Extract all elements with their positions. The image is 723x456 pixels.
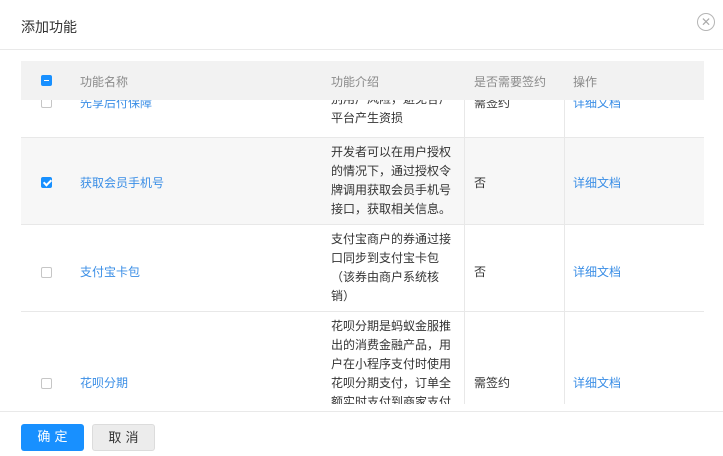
confirm-button[interactable]: 确 定 xyxy=(21,424,84,451)
add-feature-dialog: 添加功能 ✕ 功能名称 功能介绍 是否需要签约 操作 先享后付保障 别用户风险，… xyxy=(0,0,723,456)
feature-desc: 支付宝商户的券通过接 口同步到支付宝卡包 （该券由商户系统核 销） xyxy=(331,232,452,303)
doc-link[interactable]: 详细文档 xyxy=(573,174,621,191)
row-checkbox[interactable] xyxy=(41,378,52,389)
feature-desc: 花呗分期是蚂蚁金服推 出的消费金融产品，用 户在小程序支付时使用 花呗分期支付，… xyxy=(331,319,452,404)
table-header: 功能名称 功能介绍 是否需要签约 操作 xyxy=(21,61,704,100)
dialog-footer: 确 定 取 消 xyxy=(0,411,723,456)
row-checkbox[interactable] xyxy=(41,177,52,188)
dialog-header: 添加功能 ✕ xyxy=(0,0,723,50)
header-sign: 是否需要签约 xyxy=(474,75,547,89)
doc-link[interactable]: 详细文档 xyxy=(573,374,621,391)
header-desc: 功能介绍 xyxy=(331,75,380,89)
doc-link[interactable]: 详细文档 xyxy=(573,263,621,280)
feature-table: 功能名称 功能介绍 是否需要签约 操作 先享后付保障 别用户风险，避免各户 平台… xyxy=(21,61,704,404)
table-row: 获取会员手机号 开发者可以在用户授权 的情况下，通过授权令 牌调用获取会员手机号… xyxy=(21,138,704,225)
table-row: 花呗分期 花呗分期是蚂蚁金服推 出的消费金融产品，用 户在小程序支付时使用 花呗… xyxy=(21,312,704,404)
cancel-button[interactable]: 取 消 xyxy=(92,424,155,451)
row-checkbox[interactable] xyxy=(41,267,52,278)
select-all-checkbox[interactable] xyxy=(41,75,52,86)
header-name: 功能名称 xyxy=(80,75,129,89)
sign-status: 否 xyxy=(474,265,487,279)
sign-status: 需签约 xyxy=(474,376,511,390)
feature-desc: 开发者可以在用户授权 的情况下，通过授权令 牌调用获取会员手机号 接口，获取相关… xyxy=(331,145,452,216)
dialog-title: 添加功能 xyxy=(21,20,77,36)
header-action: 操作 xyxy=(573,75,598,89)
feature-name-link[interactable]: 支付宝卡包 xyxy=(80,263,140,280)
sign-status: 否 xyxy=(474,176,487,190)
close-icon[interactable]: ✕ xyxy=(697,13,715,31)
feature-name-link[interactable]: 花呗分期 xyxy=(80,374,128,391)
feature-name-link[interactable]: 获取会员手机号 xyxy=(80,174,164,191)
table-row: 支付宝卡包 支付宝商户的券通过接 口同步到支付宝卡包 （该券由商户系统核 销） … xyxy=(21,225,704,312)
